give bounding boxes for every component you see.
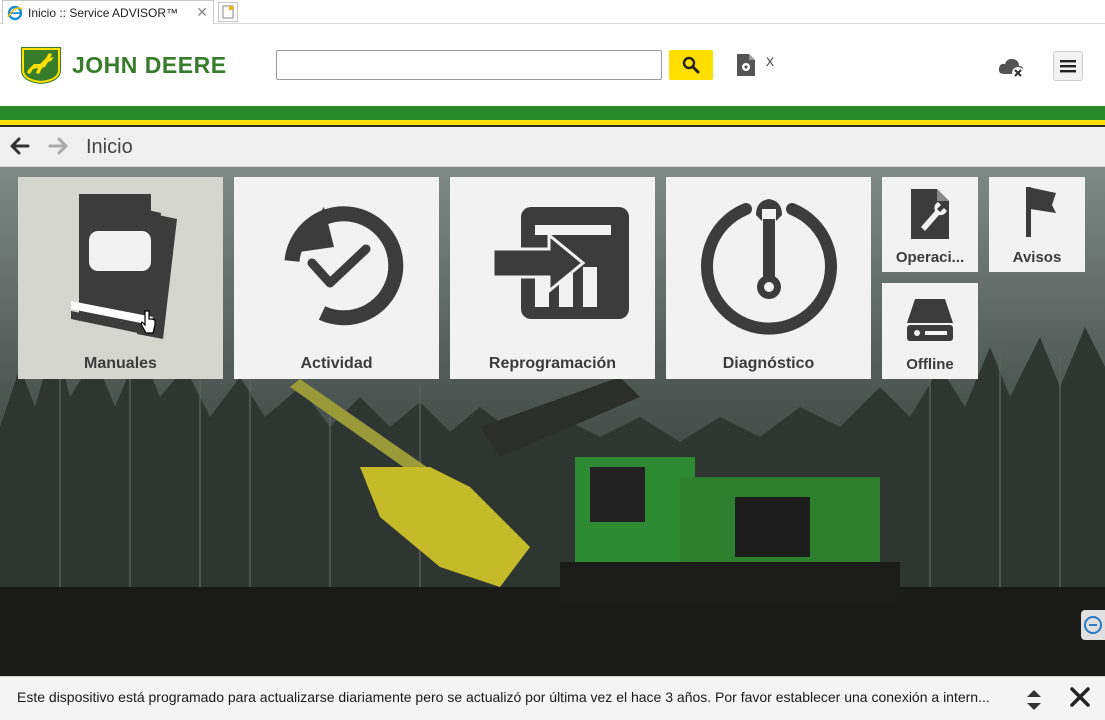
mouse-cursor-icon xyxy=(140,310,156,334)
tile-label: Manuales xyxy=(84,355,157,372)
offline-drive-icon xyxy=(907,299,953,341)
close-icon[interactable] xyxy=(1068,685,1092,709)
side-help-tab[interactable] xyxy=(1081,610,1105,640)
john-deere-logo[interactable]: JOHN DEERE xyxy=(18,44,227,86)
tile-manuales[interactable]: Manuales xyxy=(18,177,223,379)
back-arrow-icon[interactable] xyxy=(8,136,32,156)
brand-name: JOHN DEERE xyxy=(72,51,227,78)
doc-close-button[interactable]: X xyxy=(766,55,774,69)
header-yellow-stripe xyxy=(0,120,1105,125)
status-notification-bar: Este dispositivo está programado para ac… xyxy=(0,676,1105,720)
reprogramming-icon xyxy=(491,207,629,319)
tile-avisos[interactable]: Avisos xyxy=(989,177,1085,272)
tile-actividad[interactable]: Actividad xyxy=(234,177,439,379)
tile-reprogramacion[interactable]: Reprogramación xyxy=(450,177,655,379)
cloud-offline-icon[interactable] xyxy=(997,56,1027,80)
new-tab-icon xyxy=(222,5,234,19)
page-title: Inicio xyxy=(86,136,133,158)
tile-label: Avisos xyxy=(1012,249,1062,266)
browser-tab[interactable]: Inicio :: Service ADVISOR™ ✕ xyxy=(2,0,214,24)
search-icon xyxy=(682,56,700,74)
flag-icon xyxy=(1026,187,1056,237)
document-settings-icon[interactable] xyxy=(735,53,757,77)
diagnostics-icon xyxy=(700,199,837,335)
tile-operaciones[interactable]: Operaci... xyxy=(882,177,978,272)
tile-label: Actividad xyxy=(300,355,373,372)
app-header: JOHN DEERE X xyxy=(0,24,1105,106)
ie-browser-icon xyxy=(7,5,23,20)
expand-collapse-icon[interactable] xyxy=(1024,687,1044,713)
browser-tab-strip: Inicio :: Service ADVISOR™ ✕ xyxy=(0,0,1105,24)
breadcrumb: Inicio xyxy=(0,127,1105,167)
tile-label: Reprogramación xyxy=(488,355,617,372)
tile-label: Offline xyxy=(906,356,954,373)
help-icon xyxy=(1084,616,1102,634)
deer-logo-icon xyxy=(21,47,61,84)
new-tab-button[interactable] xyxy=(218,2,238,22)
header-green-stripe xyxy=(0,106,1105,120)
tab-title: Inicio :: Service ADVISOR™ xyxy=(28,5,179,20)
operations-icon xyxy=(911,189,949,239)
forward-arrow-icon[interactable] xyxy=(46,136,70,156)
search-button[interactable] xyxy=(669,50,713,80)
tile-label: Diagnóstico xyxy=(722,355,815,372)
activity-icon xyxy=(284,206,403,326)
tile-offline[interactable]: Offline xyxy=(882,283,978,379)
hamburger-menu-button[interactable] xyxy=(1053,51,1083,81)
tile-label: Operaci... xyxy=(895,249,965,266)
hamburger-menu-icon xyxy=(1060,60,1076,73)
tab-close-icon[interactable]: ✕ xyxy=(196,4,208,21)
manuals-icon xyxy=(70,194,177,339)
tile-diagnostico[interactable]: Diagnóstico xyxy=(666,177,871,379)
status-message: Este dispositivo está programado para ac… xyxy=(17,689,990,705)
search-input[interactable] xyxy=(276,50,662,80)
